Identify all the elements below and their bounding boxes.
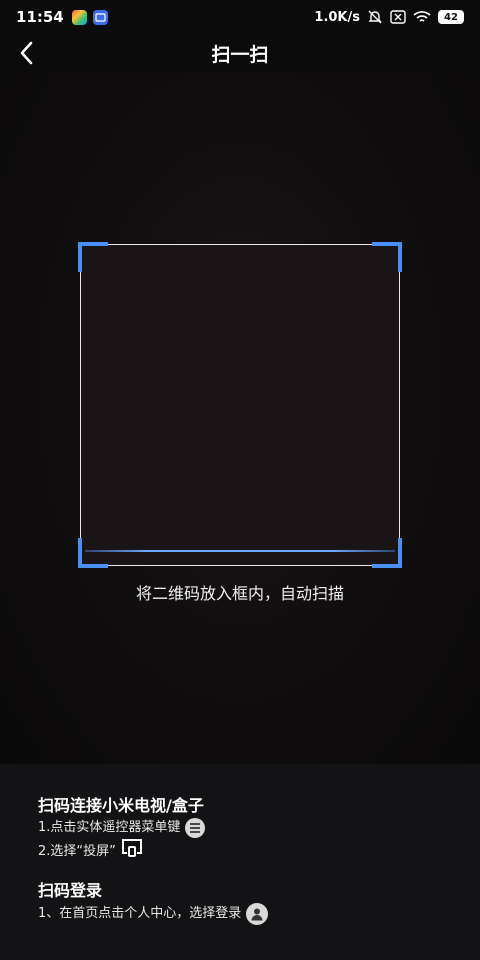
- scan-login-title: 扫码登录: [38, 881, 103, 900]
- frame-corner-top-right: [372, 242, 402, 272]
- connect-step-2: 2.选择“投屏”: [38, 838, 442, 865]
- frame-corner-bottom-right: [372, 538, 402, 568]
- scan-hint: 将二维码放入框内，自动扫描: [135, 584, 344, 603]
- sim-icon: [390, 10, 406, 24]
- status-bar: 11:54 1.0K/s 42: [0, 0, 480, 34]
- connect-step-1-text: 1.点击实体遥控器菜单键: [38, 820, 181, 835]
- connect-tv-title: 扫码连接小米电视/盒子: [38, 796, 204, 815]
- connect-step-1: 1.点击实体遥控器菜单键: [38, 818, 442, 838]
- user-avatar-icon: [246, 903, 269, 925]
- frame-corner-bottom-left: [78, 538, 108, 568]
- page-title: 扫一扫: [211, 43, 269, 66]
- chevron-left-icon: [20, 41, 33, 65]
- scan-line: [85, 550, 395, 552]
- nav-header: 扫一扫: [0, 34, 480, 72]
- wifi-icon: [413, 10, 431, 24]
- connect-step-2-text: 2.选择“投屏”: [38, 843, 116, 859]
- network-speed: 1.0K/s: [314, 9, 360, 25]
- menu-icon: [185, 818, 206, 838]
- scan-frame: [78, 242, 402, 568]
- battery-icon: 42: [438, 10, 464, 24]
- status-indicators: 1.0K/s 42: [314, 9, 464, 25]
- status-time: 11:54: [16, 8, 64, 26]
- login-step-1-text: 1、在首页点击个人中心，选择登录: [38, 906, 242, 921]
- mute-bell-icon: [367, 9, 383, 25]
- frame-corner-top-left: [78, 242, 108, 272]
- back-button[interactable]: [10, 36, 44, 70]
- gallery-icon: [92, 9, 108, 25]
- login-step-1: 1、在首页点击个人中心，选择登录: [38, 903, 442, 925]
- help-panel: 扫码连接小米电视/盒子 1.点击实体遥控器菜单键 2.选择“投屏” 扫码登录 1…: [0, 764, 480, 960]
- cast-screen-icon: [121, 838, 143, 865]
- app-badge-icon: [71, 9, 87, 25]
